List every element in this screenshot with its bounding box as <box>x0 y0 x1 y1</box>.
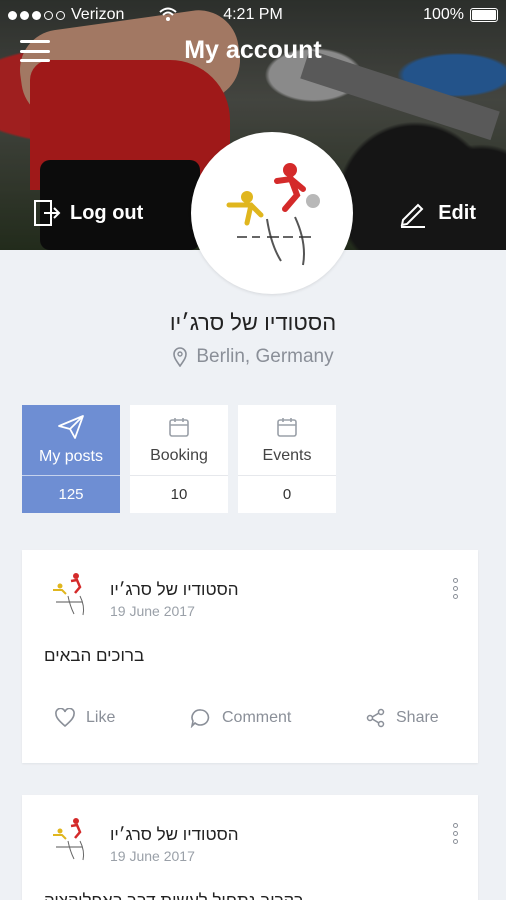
like-button[interactable]: Like <box>54 708 115 728</box>
post-author-name[interactable]: הסטודיו של סרג׳יו <box>110 825 239 845</box>
tab-events[interactable]: Events 0 <box>238 405 336 513</box>
status-bar: Verizon 4:21 PM 100% <box>0 0 506 30</box>
battery-label: 100% <box>423 6 464 23</box>
battery-icon <box>470 8 498 22</box>
post-author-avatar[interactable] <box>44 813 94 863</box>
top-bar: My account <box>0 30 506 74</box>
map-pin-icon <box>173 347 188 367</box>
tab-events-top: Events <box>238 405 336 475</box>
battery-status: 100% <box>423 6 498 24</box>
comment-label: Comment <box>222 709 292 726</box>
post-date: 19 June 2017 <box>110 848 195 864</box>
profile-avatar[interactable] <box>191 132 353 294</box>
comment-button[interactable]: Comment <box>190 708 291 728</box>
tab-booking[interactable]: Booking 10 <box>130 405 228 513</box>
pencil-icon <box>400 203 426 228</box>
location-label: Berlin, Germany <box>196 346 334 367</box>
page-title: My account <box>184 36 322 64</box>
more-options-icon[interactable] <box>453 578 458 599</box>
post-actions: Like Comment Share <box>22 708 478 732</box>
heart-icon <box>55 708 75 728</box>
post-text: ברוכים הבאים <box>44 646 145 665</box>
logout-icon <box>34 200 61 226</box>
tab-my-posts-top: My posts <box>22 405 120 475</box>
tab-events-count: 0 <box>238 475 336 513</box>
comment-icon <box>190 709 210 728</box>
tab-booking-label: Booking <box>150 447 208 464</box>
edit-button[interactable]: Edit <box>398 198 476 228</box>
tab-booking-top: Booking <box>130 405 228 475</box>
post-card: הסטודיו של סרג׳יו 19 June 2017 ברוכים הב… <box>22 550 478 763</box>
profile-location: Berlin, Germany <box>0 346 506 368</box>
banner-photo-shirt <box>30 60 230 190</box>
logout-label: Log out <box>70 201 144 224</box>
logout-button[interactable]: Log out <box>32 198 143 228</box>
tab-booking-count: 10 <box>130 475 228 513</box>
tab-events-label: Events <box>262 447 312 464</box>
share-icon <box>366 708 385 728</box>
tab-my-posts-count: 125 <box>22 475 120 513</box>
calendar-icon <box>169 418 189 437</box>
profile-name: הסטודיו של סרג׳יו <box>169 310 337 335</box>
post-text: בקרוב נתחיל לעשות דבר באפליקציה <box>44 891 304 900</box>
post-date: 19 June 2017 <box>110 603 195 619</box>
stats-tabs: My posts 125 Booking 10 Events 0 <box>22 405 336 513</box>
post-card: הסטודיו של סרג׳יו 19 June 2017 בקרוב נתח… <box>22 795 478 900</box>
send-icon <box>58 415 84 439</box>
studio-logo <box>226 163 320 266</box>
calendar-icon <box>277 418 297 437</box>
post-author-name[interactable]: הסטודיו של סרג׳יו <box>110 580 239 600</box>
edit-label: Edit <box>438 201 476 224</box>
more-options-icon[interactable] <box>453 823 458 844</box>
tab-my-posts-label: My posts <box>38 448 103 465</box>
share-label: Share <box>396 709 439 726</box>
tab-my-posts[interactable]: My posts 125 <box>22 405 120 513</box>
post-author-avatar[interactable] <box>44 568 94 618</box>
like-label: Like <box>86 709 116 726</box>
share-button[interactable]: Share <box>366 708 439 728</box>
